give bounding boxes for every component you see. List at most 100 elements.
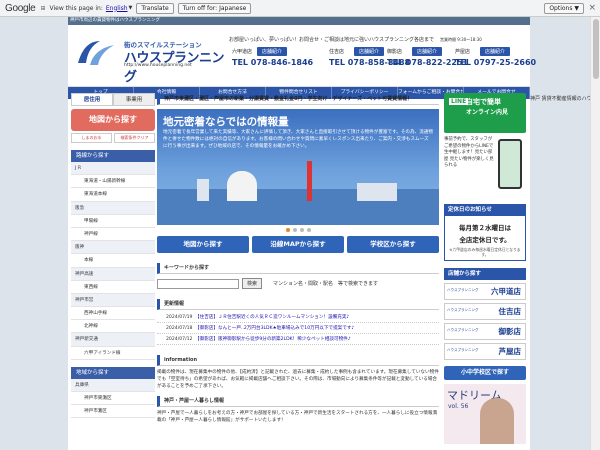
route-item[interactable]: 東海道・山陽新幹線 xyxy=(71,175,155,189)
store-tel[interactable]: TEL 078-846-1846 xyxy=(232,58,313,67)
news-link[interactable]: 【御影店】阪神御影駅から徒歩9分の新築2LDK！稀少なペット相談可物件♪ xyxy=(195,334,351,344)
route-list: J R 東海道・山陽新幹線 東海道本線 阪急 甲陽線 神戸線 阪神 本線 神戸高速 東西線 神戸市営… xyxy=(71,162,155,360)
store-name: 芦屋店 xyxy=(455,49,471,55)
hero-slider[interactable]: 地元密着ならではの情報量 地元密着で長年営業して来た実績等、大家さんに評価して頂… xyxy=(157,109,439,225)
lang-chevron-icon[interactable]: ▼ xyxy=(129,5,133,11)
news-item[interactable]: 2024/07/18 【御影店】なんと一戸..2万円台3LDK★駐車場込みで10万… xyxy=(157,323,439,334)
store-info-button[interactable]: 店舗紹介 xyxy=(412,47,443,56)
route-category[interactable]: 神戸新交通 xyxy=(71,333,155,347)
route-item[interactable]: 六甲アイランド線 xyxy=(71,346,155,360)
view-text: View this page in: xyxy=(49,4,103,12)
logo-url: http://www.houseplanning.net xyxy=(124,63,192,68)
line-banner-subtitle: オンライン内見 xyxy=(466,109,509,116)
route-item[interactable]: 神戸線 xyxy=(71,227,155,242)
shop-list: ハウスプランニング 六甲道店 ハウスプランニング 住吉店 ハウスプランニング 御影店 ハウス… xyxy=(444,283,526,360)
clear-conditions-button[interactable]: 検索条件クリア xyxy=(114,133,155,143)
info-section-title: information xyxy=(157,355,439,366)
route-item[interactable]: 北神線 xyxy=(71,320,155,334)
keyword-input[interactable] xyxy=(157,278,239,289)
shop-button[interactable]: ハウスプランニング 住吉店 xyxy=(444,303,526,320)
route-item[interactable]: 甲陽線 xyxy=(71,214,155,228)
hero-building xyxy=(357,183,397,201)
language-link[interactable]: English xyxy=(106,5,128,12)
shop-logo: ハウスプランニング xyxy=(447,348,479,352)
scrollbar-thumb[interactable] xyxy=(593,19,599,79)
news-date: 2024/07/18 xyxy=(166,326,193,331)
magazine-banner[interactable]: マドリーム vol. 56 xyxy=(444,384,526,444)
route-category[interactable]: 阪急 xyxy=(71,201,155,215)
map-search-button[interactable]: 地図から探す xyxy=(71,109,155,131)
slider-dots xyxy=(157,225,439,235)
site-header: 街のスマイルステーション ハウスプランニング http://www.housep… xyxy=(68,25,536,87)
shop-logo: ハウスプランニング xyxy=(447,288,479,292)
slider-dot[interactable] xyxy=(292,228,297,232)
news-item[interactable]: 2024/07/19 【住吉店】ＪＲ住吉駅近くの人気ＲＣ造ワンルームマンション！設… xyxy=(157,312,439,323)
store-mikage: 御影店 店舗紹介 TEL 078-822-2251 xyxy=(384,46,468,72)
magazine-volume: vol. 56 xyxy=(448,403,469,410)
route-item[interactable]: 本線 xyxy=(71,254,155,268)
shop-name: 芦屋店 xyxy=(498,347,522,356)
translate-bar: Google ⊞ View this page in: English ▼ Tr… xyxy=(0,0,600,17)
shop-logo: ハウスプランニング xyxy=(447,308,479,312)
tab-residential[interactable]: 居住用 xyxy=(71,93,113,106)
shop-name: 御影店 xyxy=(498,327,522,336)
area-item[interactable]: 神戸市灘区 xyxy=(71,405,155,419)
slider-dot[interactable] xyxy=(306,228,311,232)
search-by-map-button[interactable]: 地図から探す xyxy=(157,236,249,253)
left-sidebar: 居住用 事業用 地図から探す しまのお水 検索条件クリア 路線から探す J R東… xyxy=(71,93,155,419)
slider-dot[interactable] xyxy=(299,228,304,232)
info-text: 掲載の物件は、現在募集中の物件の他、【成約済】と記載された、過去に募集・成約した… xyxy=(157,370,439,389)
school-district-button[interactable]: 小中学校区で探す xyxy=(444,366,526,380)
close-icon-left[interactable]: ⊞ xyxy=(40,5,45,12)
route-category[interactable]: 阪神 xyxy=(71,241,155,255)
store-info-button[interactable]: 店舗紹介 xyxy=(480,47,511,56)
news-link[interactable]: 【住吉店】ＪＲ住吉駅近くの人気ＲＣ造ワンルームマンション！設備充実♪ xyxy=(195,312,349,322)
store-tel[interactable]: TEL 0797-25-2660 xyxy=(455,58,536,67)
options-button[interactable]: Options ▼ xyxy=(544,3,584,14)
news-date: 2024/07/12 xyxy=(166,337,193,342)
store-name: 六甲道店 xyxy=(232,49,253,55)
route-item[interactable]: 東西線 xyxy=(71,280,155,294)
line-phone-banner[interactable]: 事前予約で、スタッフがご希望の物件からLINEで生中継します！見たい部屋 見たい… xyxy=(444,137,526,197)
hero-text: 地元密着で長年営業して来た実績等、大家さんに評価して頂き、大家さんと直接取引させ… xyxy=(163,130,433,149)
search-by-route-map-button[interactable]: 沿線MAPから探す xyxy=(252,236,344,253)
hero-building xyxy=(227,171,257,201)
store-name: 御影店 xyxy=(387,49,403,55)
store-info-button[interactable]: 店舗紹介 xyxy=(354,47,385,56)
route-category[interactable]: 神戸市営 xyxy=(71,293,155,308)
holiday-line-2: 全店定休日です。 xyxy=(459,236,511,244)
holiday-header: 定休日のお知らせ xyxy=(444,204,526,216)
close-icon[interactable]: × xyxy=(588,3,596,13)
route-item[interactable]: 東海道本線 xyxy=(71,188,155,202)
search-by-school-button[interactable]: 学校区から探す xyxy=(347,236,439,253)
news-link[interactable]: 【御影店】なんと一戸..2万円台3LDK★駐車場込みで10万円以下で提案です♪ xyxy=(195,323,354,333)
area-category[interactable]: 兵庫県 xyxy=(71,378,155,392)
mini-banner-1[interactable]: しまのお水 xyxy=(71,133,112,143)
keyword-search-button[interactable]: 検索 xyxy=(242,278,263,289)
holiday-line-1: 毎月第２水曜日は xyxy=(459,224,511,232)
slider-dot[interactable] xyxy=(285,228,290,232)
site-logo[interactable]: 街のスマイルステーション ハウスプランニング http://www.housep… xyxy=(74,37,225,85)
shop-button[interactable]: ハウスプランニング 芦屋店 xyxy=(444,343,526,360)
google-logo: Google xyxy=(5,2,36,14)
hero-building xyxy=(197,179,209,201)
route-item[interactable]: 西神山手線 xyxy=(71,307,155,321)
area-item[interactable]: 神戸市東灘区 xyxy=(71,392,155,406)
keyword-section-title: キーワードから探す xyxy=(157,263,439,274)
shop-button[interactable]: ハウスプランニング 六甲道店 xyxy=(444,283,526,300)
turn-off-button[interactable]: Turn off for: Japanese xyxy=(177,2,252,14)
page-scrollbar[interactable] xyxy=(590,17,600,450)
holiday-note: ※六甲道店のみ毎週水曜日定休日となります。 xyxy=(449,247,521,257)
tab-business[interactable]: 事業用 xyxy=(113,93,155,106)
news-section-title: 更新情報 xyxy=(157,299,439,310)
keyword-hint: マンション名・間取・駅名 等で検索できます xyxy=(273,281,379,287)
route-category[interactable]: 神戸高速 xyxy=(71,267,155,281)
route-category[interactable]: J R xyxy=(71,162,155,176)
translate-button[interactable]: Translate xyxy=(136,2,174,14)
single-life-text: 神戸・芦屋で一人暮らしをお考えの方・神戸でお部屋を探している方・神戸で新生活をス… xyxy=(157,411,438,423)
shop-button[interactable]: ハウスプランニング 御影店 xyxy=(444,323,526,340)
news-item[interactable]: 2024/07/12 【御影店】阪神御影駅から徒歩9分の新築2LDK！稀少なペット… xyxy=(157,334,439,345)
news-list: 2024/07/19 【住吉店】ＪＲ住吉駅近くの人気ＲＣ造ワンルームマンション！設… xyxy=(157,312,439,345)
store-info-button[interactable]: 店舗紹介 xyxy=(257,47,288,56)
line-viewing-banner[interactable]: LINE 自宅で簡単 オンライン内見 xyxy=(444,93,526,133)
